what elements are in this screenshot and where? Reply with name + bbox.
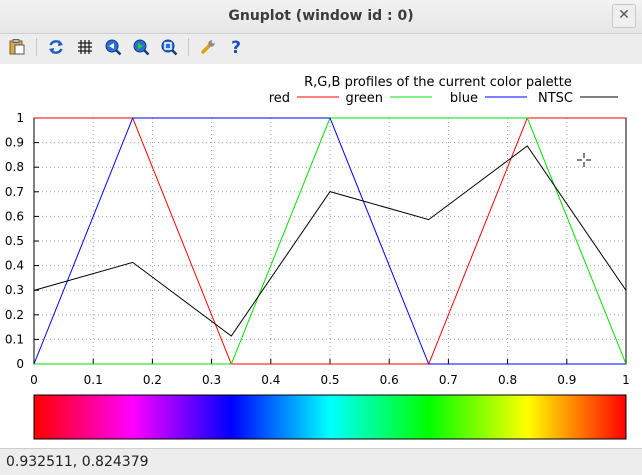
x-tick-label: 1 <box>622 373 630 387</box>
refresh-icon <box>49 40 63 54</box>
y-tick-label: 0.5 <box>5 234 24 248</box>
close-button[interactable]: ✕ <box>612 4 636 28</box>
window-title: Gnuplot (window id : 0) <box>228 8 414 24</box>
zoom-next-icon <box>133 39 150 56</box>
legend-label-green: green <box>345 91 383 106</box>
y-tick-label: 0.7 <box>5 185 24 199</box>
gnuplot-window: Gnuplot (window id : 0) ✕ ? 0 0.1 0.2 0.… <box>0 0 642 475</box>
toolbar-separator <box>188 38 189 56</box>
grid-icon <box>78 40 92 54</box>
wrench-icon <box>201 40 215 54</box>
title-bar[interactable]: Gnuplot (window id : 0) ✕ <box>0 0 642 34</box>
copy-to-clipboard-button[interactable] <box>6 36 28 58</box>
x-tick-label: 0 <box>30 373 38 387</box>
status-bar: 0.932511, 0.824379 <box>0 448 642 475</box>
settings-button[interactable] <box>197 36 219 58</box>
y-tick-label: 0.2 <box>5 308 24 322</box>
zoom-fit-icon <box>161 39 178 56</box>
y-tick-label: 0.6 <box>5 209 24 223</box>
clipboard-icon <box>9 39 25 55</box>
toolbar-separator <box>36 38 37 56</box>
zoom-previous-button[interactable] <box>102 36 124 58</box>
x-tick-label: 0.3 <box>202 373 221 387</box>
x-tick-label: 0.4 <box>261 373 280 387</box>
x-tick-label: 0.1 <box>84 373 103 387</box>
y-tick-label: 1 <box>16 111 24 125</box>
palette-chart[interactable]: 0 0.1 0.2 0.3 0.4 0.5 0.6 0.7 0.8 0.9 1 0 0.1 0.2 0.3 0… <box>0 64 642 448</box>
svg-text:?: ? <box>231 38 241 56</box>
y-tick-label: 0.9 <box>5 136 24 150</box>
legend-label-red: red <box>269 91 290 106</box>
x-tick-label: 0.5 <box>320 373 339 387</box>
legend-label-blue: blue <box>450 91 478 106</box>
y-tick-label: 0.3 <box>5 283 24 297</box>
x-tick-label: 0.9 <box>557 373 576 387</box>
colorbar <box>33 394 627 440</box>
x-tick-label: 0.7 <box>439 373 458 387</box>
y-tick-label: 0 <box>16 357 24 371</box>
close-icon: ✕ <box>618 7 630 23</box>
x-tick-label: 0.2 <box>143 373 162 387</box>
zoom-previous-icon <box>105 39 122 56</box>
x-tick-label: 0.6 <box>380 373 399 387</box>
replot-button[interactable] <box>45 36 67 58</box>
chart-title: R,G,B profiles of the current color pale… <box>304 75 572 90</box>
crosshair-center <box>582 158 586 162</box>
help-button[interactable]: ? <box>225 36 247 58</box>
help-icon: ? <box>231 38 241 56</box>
y-tick-label: 0.8 <box>5 160 24 174</box>
zoom-next-button[interactable] <box>130 36 152 58</box>
autoscale-button[interactable] <box>158 36 180 58</box>
toolbar: ? <box>0 34 642 62</box>
plot-area[interactable]: 0 0.1 0.2 0.3 0.4 0.5 0.6 0.7 0.8 0.9 1 0 0.1 0.2 0.3 0… <box>0 64 642 448</box>
y-tick-label: 0.4 <box>5 259 24 273</box>
mouse-coordinates: 0.932511, 0.824379 <box>6 454 149 470</box>
legend-label-ntsc: NTSC <box>538 91 573 106</box>
y-tick-label: 0.1 <box>5 332 24 346</box>
toggle-grid-button[interactable] <box>74 36 96 58</box>
x-tick-label: 0.8 <box>498 373 517 387</box>
